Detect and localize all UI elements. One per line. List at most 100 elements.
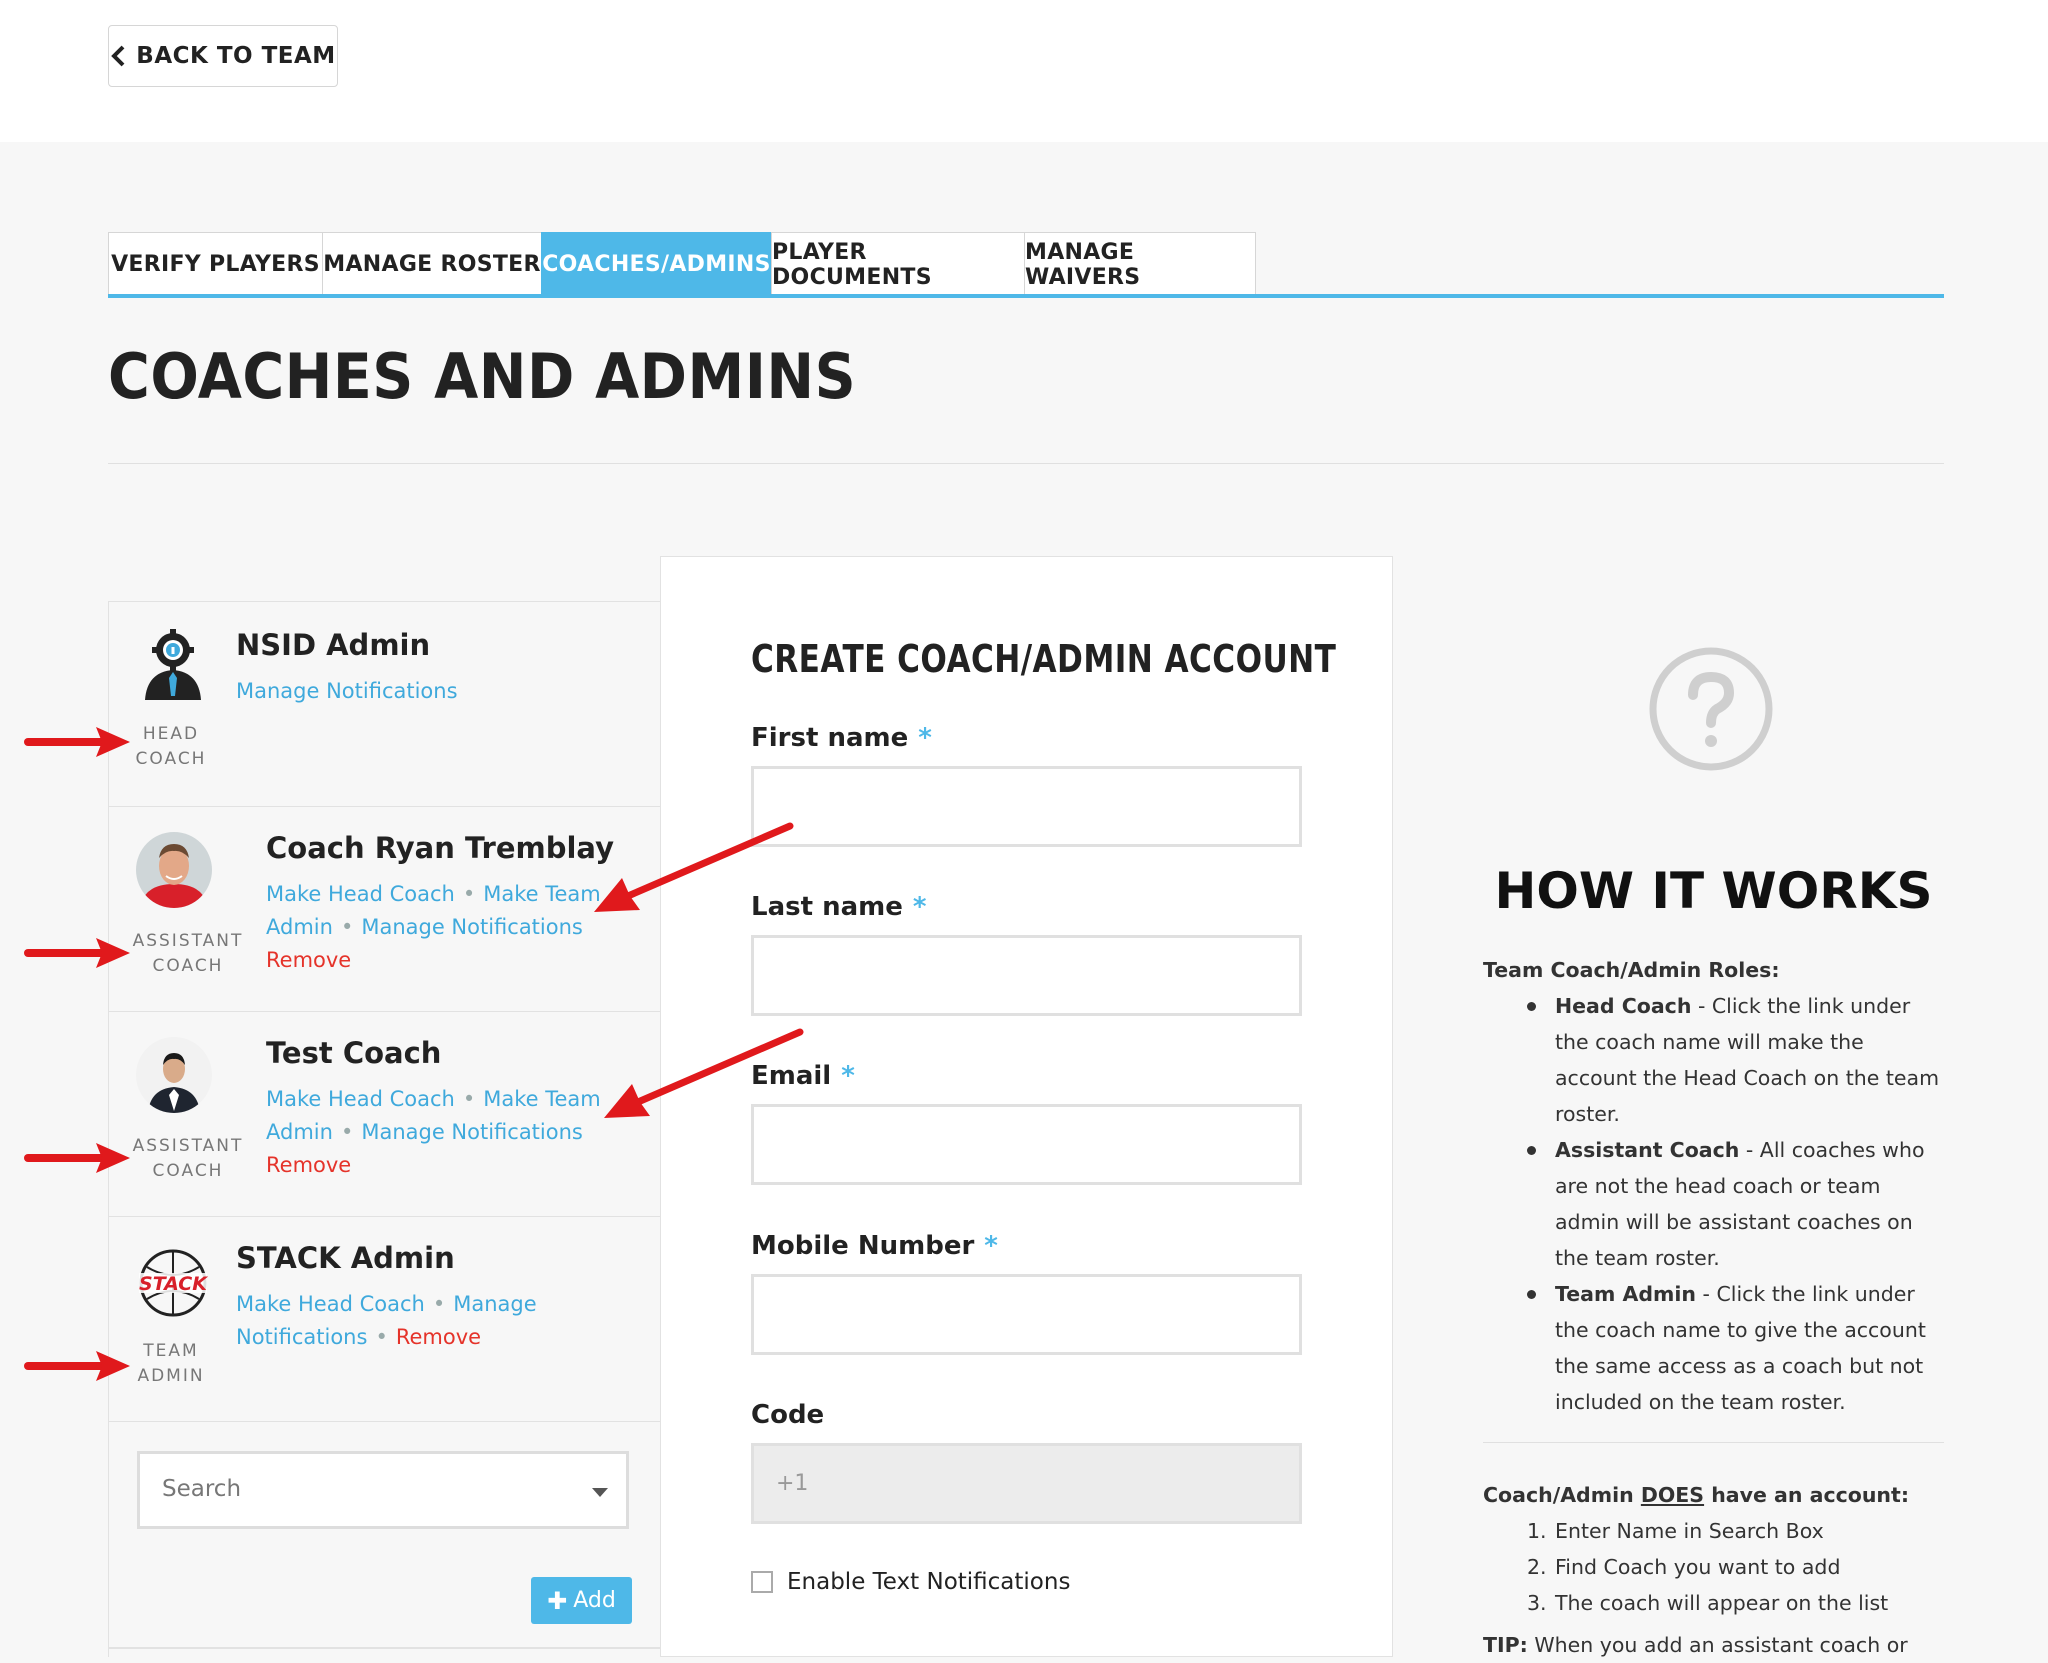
checkbox[interactable] — [751, 1571, 773, 1593]
divider — [108, 463, 1944, 464]
coach-item: ASSISTANT COACH Test Coach Make Head Coa… — [109, 1011, 661, 1216]
required-mark: * — [841, 1061, 855, 1091]
last-name-input[interactable] — [751, 935, 1302, 1016]
tab-manage-roster[interactable]: MANAGE ROSTER — [322, 232, 541, 296]
role-line: ASSISTANT — [132, 1136, 244, 1156]
manage-notifications-link[interactable]: Notifications — [236, 1325, 367, 1349]
term: Head Coach — [1555, 994, 1692, 1018]
list-item: Team Admin - Click the link under the co… — [1527, 1276, 1944, 1420]
add-coach-button[interactable]: ✚ Add — [531, 1577, 632, 1624]
annotation-arrow-icon — [24, 727, 130, 757]
coach-item: ASSISTANT COACH Coach Ryan Tremblay Make… — [109, 806, 661, 1011]
separator-dot: • — [340, 915, 354, 939]
tab-bar: VERIFY PLAYERS MANAGE ROSTER COACHES/ADM… — [108, 232, 1256, 296]
form-title: CREATE COACH/ADMIN ACCOUNT — [751, 637, 1337, 681]
tab-coaches-admins[interactable]: COACHES/ADMINS — [541, 232, 771, 296]
tab-underline — [108, 294, 1944, 298]
list-item: Assistant Coach - All coaches who are no… — [1527, 1132, 1944, 1276]
code-input[interactable]: +1 — [751, 1443, 1302, 1524]
divider — [1483, 1442, 1944, 1443]
divider — [109, 1421, 661, 1423]
make-head-coach-link[interactable]: Make Head Coach — [266, 882, 455, 906]
gear-person-icon — [135, 626, 211, 702]
separator-dot: • — [432, 1292, 446, 1316]
email-input[interactable] — [751, 1104, 1302, 1185]
coach-search-select[interactable]: Search — [137, 1451, 629, 1529]
step-text: Enter Name in Search Box — [1555, 1519, 1824, 1543]
roles-list: Head Coach - Click the link under the co… — [1483, 988, 1944, 1420]
manage-notifications-link[interactable]: Manage — [453, 1292, 536, 1316]
tab-verify-players[interactable]: VERIFY PLAYERS — [108, 232, 322, 296]
make-team-admin-link[interactable]: Admin — [266, 915, 333, 939]
role-label: TEAM ADMIN — [121, 1339, 221, 1389]
list-item: Head Coach - Click the link under the co… — [1527, 988, 1944, 1132]
coach-list: HEAD COACH NSID Admin Manage Notificatio… — [108, 601, 661, 1657]
annotation-arrow-icon — [24, 1143, 130, 1173]
make-head-coach-link[interactable]: Make Head Coach — [266, 1087, 455, 1111]
search-placeholder: Search — [162, 1476, 242, 1502]
top-bar: BACK TO TEAM — [0, 0, 2048, 142]
back-to-team-button[interactable]: BACK TO TEAM — [108, 25, 338, 87]
required-mark: * — [918, 723, 932, 753]
first-name-input[interactable] — [751, 766, 1302, 847]
page-title: COACHES AND ADMINS — [108, 340, 857, 413]
role-line: COACH — [152, 956, 224, 976]
first-name-label: First name * — [751, 723, 932, 753]
chevron-left-icon — [111, 45, 125, 67]
mobile-number-input[interactable] — [751, 1274, 1302, 1355]
role-line: ADMIN — [137, 1366, 205, 1386]
enable-text-notifications[interactable]: Enable Text Notifications — [751, 1569, 1070, 1595]
question-circle-icon — [1649, 647, 1773, 771]
list-item: 1. Enter Name in Search Box — [1527, 1519, 1824, 1543]
make-head-coach-link[interactable]: Make Head Coach — [236, 1292, 425, 1316]
svg-text:STACK: STACK — [139, 1273, 208, 1295]
coach-actions: Make Head Coach • Make Team Admin • Manage N… — [266, 1083, 626, 1182]
role-line: COACH — [135, 749, 207, 769]
step-text: The coach will appear on the list — [1555, 1591, 1889, 1615]
code-label: Code — [751, 1400, 825, 1430]
mobile-number-label: Mobile Number * — [751, 1231, 998, 1261]
tip-text: When you add an assistant coach or — [1527, 1633, 1908, 1657]
manage-notifications-link[interactable]: Manage Notifications — [236, 679, 458, 703]
tip-label: TIP: — [1483, 1633, 1528, 1657]
role-label: HEAD COACH — [121, 722, 221, 772]
chevron-down-icon — [592, 1488, 608, 1497]
avatar — [136, 1037, 212, 1113]
tab-player-documents[interactable]: PLAYER DOCUMENTS — [771, 232, 1024, 296]
plus-icon: ✚ — [547, 1586, 568, 1615]
how-it-works-title: HOW IT WORKS — [1494, 862, 1933, 920]
label-text: Mobile Number — [751, 1231, 975, 1261]
label-text: First name — [751, 723, 909, 753]
coach-name: STACK Admin — [236, 1241, 455, 1275]
annotation-arrow-icon — [604, 1028, 804, 1118]
remove-link[interactable]: Remove — [396, 1325, 481, 1349]
remove-link[interactable]: Remove — [266, 1153, 351, 1177]
annotation-arrow-icon — [594, 822, 794, 912]
manage-notifications-link[interactable]: Manage Notifications — [361, 915, 583, 939]
make-team-admin-link[interactable]: Make Team — [483, 882, 601, 906]
heading-part: Coach/Admin — [1483, 1483, 1641, 1507]
avatar — [136, 832, 212, 908]
role-line: ASSISTANT — [132, 931, 244, 951]
tab-manage-waivers[interactable]: MANAGE WAIVERS — [1024, 232, 1256, 296]
remove-link[interactable]: Remove — [266, 948, 351, 972]
role-line: HEAD — [142, 724, 200, 744]
add-button-label: Add — [573, 1588, 616, 1613]
list-item: 3. The coach will appear on the list — [1527, 1591, 1889, 1615]
separator-dot: • — [340, 1120, 354, 1144]
coach-item: STACK TEAM ADMIN STACK Admin Make Head C… — [109, 1216, 661, 1421]
make-team-admin-link[interactable]: Make Team — [483, 1087, 601, 1111]
heading-part: DOES — [1640, 1483, 1705, 1507]
annotation-arrow-icon — [24, 1351, 130, 1381]
manage-notifications-link[interactable]: Manage Notifications — [361, 1120, 583, 1144]
roles-heading: Team Coach/Admin Roles: — [1483, 958, 1780, 982]
make-team-admin-link[interactable]: Admin — [266, 1120, 333, 1144]
required-mark: * — [984, 1231, 998, 1261]
coach-actions: Manage Notifications — [236, 675, 458, 708]
step-text: Find Coach you want to add — [1555, 1555, 1841, 1579]
term: Assistant Coach — [1555, 1138, 1740, 1162]
list-item: 2. Find Coach you want to add — [1527, 1555, 1841, 1579]
term: Team Admin — [1555, 1282, 1697, 1306]
separator-dot: • — [462, 882, 476, 906]
back-to-team-label: BACK TO TEAM — [136, 43, 336, 69]
